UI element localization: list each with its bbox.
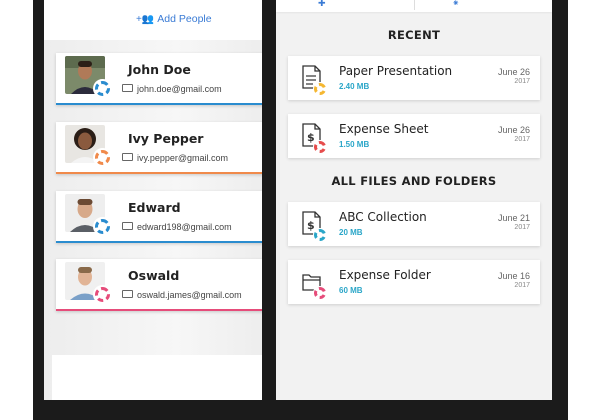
files-screen: ✚ ⁕ RECENT Paper Presentation 2.40 MB Ju… [276, 0, 552, 400]
file-name: ABC Collection [339, 210, 427, 224]
mail-icon [122, 84, 133, 92]
person-name: Ivy Pepper [128, 131, 204, 146]
file-date: June 26 [497, 125, 530, 135]
file-name: Expense Folder [339, 268, 431, 282]
person-name: Edward [128, 200, 181, 215]
file-card-expense-sheet[interactable]: $ Expense Sheet 1.50 MB June 26 2017 [288, 114, 540, 158]
file-year: 2017 [514, 78, 530, 85]
status-ring-icon [94, 286, 111, 303]
file-card-abc-collection[interactable]: $ ABC Collection 20 MB June 21 2017 [288, 202, 540, 246]
mail-icon [122, 290, 133, 298]
person-email: edward198@gmail.com [122, 222, 232, 232]
add-people-button[interactable]: +👥 Add People [136, 13, 212, 25]
add-people-icon: +👥 [136, 14, 155, 25]
file-card-expense-folder[interactable]: Expense Folder 60 MB June 16 2017 [288, 260, 540, 304]
file-year: 2017 [514, 224, 530, 231]
file-date: June 26 [497, 67, 530, 77]
file-size: 2.40 MB [339, 82, 370, 91]
person-email: john.doe@gmail.com [122, 84, 222, 94]
section-title-all-files: ALL FILES AND FOLDERS [331, 174, 497, 188]
section-title-recent: RECENT [387, 28, 441, 42]
person-email: ivy.pepper@gmail.com [122, 153, 228, 163]
accent-bar [56, 309, 264, 311]
person-card-ivy-pepper[interactable]: Ivy Pepper ivy.pepper@gmail.com [56, 122, 264, 174]
file-name: Paper Presentation [339, 64, 453, 78]
status-ring-icon [313, 286, 327, 300]
add-people-label: Add People [157, 13, 212, 25]
status-ring-icon [94, 218, 111, 235]
file-year: 2017 [514, 282, 530, 289]
files-toolbar: ✚ ⁕ [276, 0, 552, 12]
bottom-panel [52, 355, 266, 400]
share-icon[interactable]: ⁕ [452, 0, 460, 9]
person-name: Oswald [128, 268, 180, 283]
file-size: 60 MB [339, 286, 363, 295]
status-ring-icon [313, 82, 327, 96]
toolbar-divider [414, 0, 415, 10]
file-card-paper-presentation[interactable]: Paper Presentation 2.40 MB June 26 2017 [288, 56, 540, 100]
accent-bar [56, 172, 264, 174]
person-card-oswald[interactable]: Oswald oswald.james@gmail.com [56, 259, 264, 311]
accent-bar [56, 103, 264, 105]
mail-icon [122, 222, 133, 230]
status-ring-icon [313, 140, 327, 154]
add-file-icon[interactable]: ✚ [318, 0, 326, 9]
person-email: oswald.james@gmail.com [122, 290, 242, 300]
people-screen: +👥 Add People John Doe john.doe@gmail.com… [44, 0, 266, 400]
person-card-john-doe[interactable]: John Doe john.doe@gmail.com [56, 53, 264, 105]
mail-icon [122, 153, 133, 161]
file-size: 1.50 MB [339, 140, 370, 149]
person-card-edward[interactable]: Edward edward198@gmail.com [56, 191, 264, 243]
accent-bar [56, 241, 264, 243]
file-date: June 16 [497, 271, 530, 281]
file-date: June 21 [497, 213, 530, 223]
status-ring-icon [313, 228, 327, 242]
file-size: 20 MB [339, 228, 363, 237]
file-year: 2017 [514, 136, 530, 143]
people-header: +👥 Add People [44, 0, 266, 40]
person-name: John Doe [128, 62, 191, 77]
status-ring-icon [94, 149, 111, 166]
status-ring-icon [94, 80, 111, 97]
file-name: Expense Sheet [339, 122, 429, 136]
